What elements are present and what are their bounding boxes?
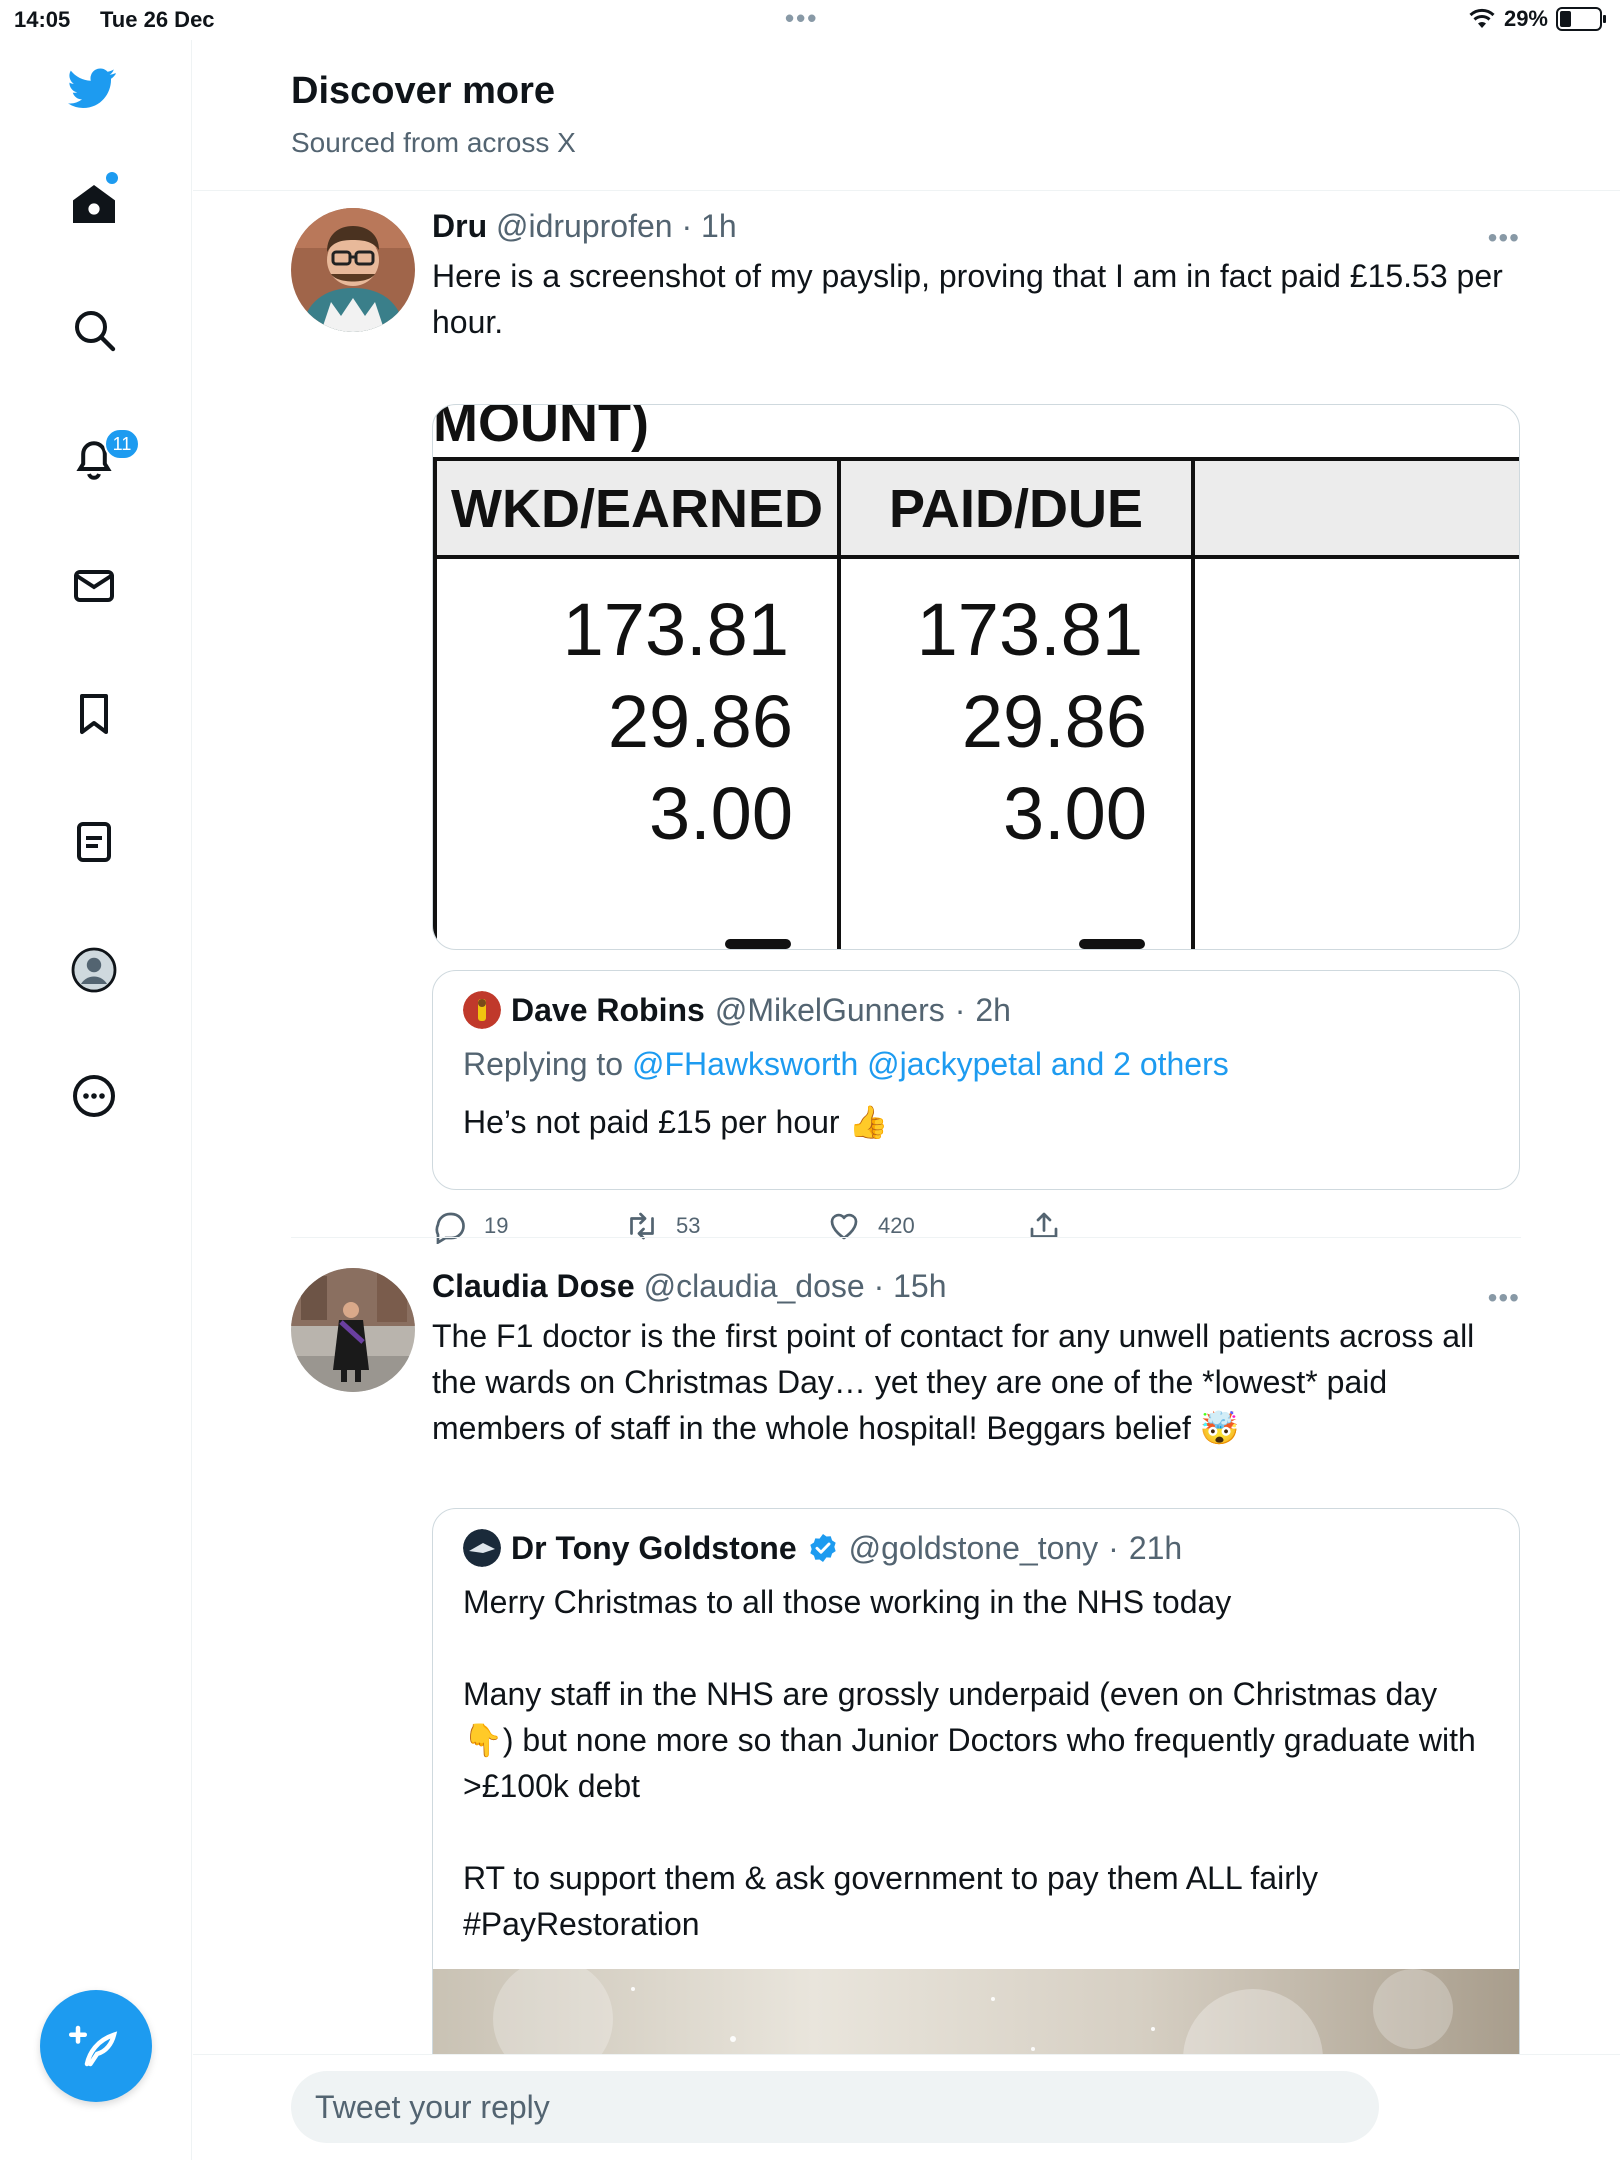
- author-handle[interactable]: @claudia_dose: [644, 1268, 865, 1304]
- payslip-cell: 3.00: [1003, 772, 1147, 855]
- author-name[interactable]: Dru: [432, 208, 487, 244]
- status-date: Tue 26 Dec: [100, 7, 215, 32]
- tweet-author-line: Dru @idruprofen · 1h: [432, 208, 1520, 245]
- quoted-tweet-text: He’s not paid £15 per hour 👍: [463, 1104, 889, 1140]
- quoted-avatar[interactable]: [463, 1529, 501, 1567]
- payslip-cell: 173.81: [917, 588, 1143, 671]
- tweet-text: Here is a screenshot of my payslip, prov…: [432, 258, 1503, 340]
- share-icon: [1030, 1212, 1058, 1238]
- replying-to-line: Replying to @FHawksworth @jackypetal and…: [463, 1041, 1489, 1087]
- payslip-cell: 3.00: [649, 772, 793, 855]
- payslip-col-paid-due: PAID/DUE: [889, 479, 1143, 539]
- retweet-count: 53: [676, 1213, 701, 1238]
- page-subtitle: Sourced from across X: [291, 127, 576, 158]
- reply-button[interactable]: 19: [432, 1208, 508, 1244]
- reply-count: 19: [484, 1213, 509, 1238]
- quoted-author-handle[interactable]: @goldstone_tony: [849, 1530, 1099, 1567]
- quoted-author-handle[interactable]: @MikelGunners: [715, 992, 945, 1029]
- list-icon[interactable]: [66, 814, 122, 870]
- tweet-text: The F1 doctor is the first point of cont…: [432, 1318, 1475, 1446]
- quoted-author-name[interactable]: Dave Robins: [511, 992, 705, 1029]
- payslip-col-wkd-earned: WKD/EARNED: [451, 479, 823, 539]
- quoted-tweet-paragraph: RT to support them & ask government to p…: [463, 1860, 1318, 1942]
- home-icon[interactable]: [66, 176, 122, 232]
- tweet-actions: 19 53 420: [432, 1208, 1132, 1258]
- main-column: Discover more Sourced from across X Dru …: [193, 40, 1620, 2160]
- avatar[interactable]: [291, 1268, 415, 1392]
- tweet-time[interactable]: 15h: [893, 1268, 946, 1304]
- battery-percent: 29%: [1503, 6, 1548, 31]
- envelope-icon[interactable]: [66, 558, 122, 614]
- tweet-body: Claudia Dose @claudia_dose · 15h ••• The…: [432, 1268, 1520, 2128]
- home-unread-dot: [106, 172, 118, 184]
- more-options-icon[interactable]: •••: [1488, 1282, 1520, 1314]
- multitasking-dots-icon[interactable]: •••: [785, 3, 818, 34]
- payslip-cell: 173.81: [563, 588, 789, 671]
- separator-dot: ·: [954, 991, 966, 1028]
- quoted-author-line: Dave Robins @MikelGunners · 2h: [463, 991, 1489, 1029]
- quoted-tweet-time: 21h: [1128, 1529, 1183, 1566]
- compose-tweet-button[interactable]: [40, 1990, 152, 2102]
- tweet-time[interactable]: 1h: [701, 208, 737, 244]
- share-button[interactable]: [1026, 1208, 1062, 1244]
- notifications-badge: 11: [104, 428, 140, 460]
- search-icon[interactable]: [66, 302, 122, 358]
- tweet-media-image[interactable]: MOUNT) WKD/EARNED PAID/DUE 173.81 173.81…: [432, 404, 1520, 950]
- quoted-tweet-time: 2h: [975, 991, 1011, 1028]
- sidebar-nav: 11: [0, 40, 192, 2160]
- quoted-tweet[interactable]: Dr Tony Goldstone @goldstone_tony · 21h …: [432, 1508, 1520, 2128]
- page-title: Discover more: [291, 70, 556, 112]
- avatar[interactable]: [291, 208, 415, 332]
- more-circle-icon[interactable]: [66, 1068, 122, 1124]
- author-handle[interactable]: @idruprofen: [496, 208, 673, 244]
- more-options-icon[interactable]: •••: [1488, 222, 1520, 254]
- avatar-icon[interactable]: [66, 942, 122, 998]
- separator-dot: ·: [681, 208, 693, 244]
- quoted-author-name[interactable]: Dr Tony Goldstone: [511, 1530, 797, 1567]
- retweet-button[interactable]: 53: [624, 1208, 700, 1244]
- status-time: 14:05: [14, 7, 71, 32]
- payslip-cell: 29.86: [608, 680, 793, 763]
- verified-badge-icon: [809, 1534, 836, 1562]
- compose-feather-icon: [69, 2025, 118, 2067]
- reply-input[interactable]: Tweet your reply: [291, 2071, 1379, 2143]
- payslip-heading: MOUNT): [433, 405, 649, 453]
- tweet-divider: [291, 1237, 1521, 1238]
- twitter-bird-icon[interactable]: [64, 60, 120, 116]
- bookmark-icon[interactable]: [66, 686, 122, 742]
- tweet-author-line: Claudia Dose @claudia_dose · 15h: [432, 1268, 1520, 1305]
- payslip-cell: 29.86: [962, 680, 1147, 763]
- retweet-icon: [630, 1212, 654, 1240]
- separator-dot: ·: [1108, 1529, 1119, 1566]
- quoted-avatar[interactable]: [463, 991, 501, 1029]
- author-name[interactable]: Claudia Dose: [432, 1268, 635, 1304]
- battery-icon: [1556, 7, 1606, 31]
- tweet-body: Dru @idruprofen · 1h ••• Here is a scree…: [432, 208, 1520, 1244]
- quoted-tweet-paragraph: Many staff in the NHS are grossly underp…: [463, 1676, 1476, 1804]
- reply-icon: [435, 1212, 465, 1244]
- quoted-tweet-paragraph: Merry Christmas to all those working in …: [463, 1584, 1232, 1620]
- quoted-author-line: Dr Tony Goldstone @goldstone_tony · 21h: [463, 1529, 1489, 1567]
- replying-to-prefix: Replying to: [463, 1046, 624, 1082]
- wifi-icon: [1469, 8, 1495, 28]
- like-button[interactable]: 420: [826, 1208, 915, 1244]
- header-divider: [193, 190, 1620, 191]
- status-bar: 14:05 Tue 26 Dec ••• 29%: [0, 0, 1620, 40]
- quoted-tweet[interactable]: Dave Robins @MikelGunners · 2h Replying …: [432, 970, 1520, 1190]
- page-header: Discover more Sourced from across X: [291, 70, 576, 159]
- heart-icon: [830, 1213, 858, 1240]
- reply-bar: Tweet your reply: [193, 2054, 1620, 2159]
- separator-dot: ·: [873, 1268, 885, 1304]
- replying-to-link[interactable]: @FHawksworth @jackypetal and 2 others: [632, 1046, 1229, 1082]
- status-right: 29%: [1468, 6, 1606, 32]
- like-count: 420: [878, 1213, 915, 1238]
